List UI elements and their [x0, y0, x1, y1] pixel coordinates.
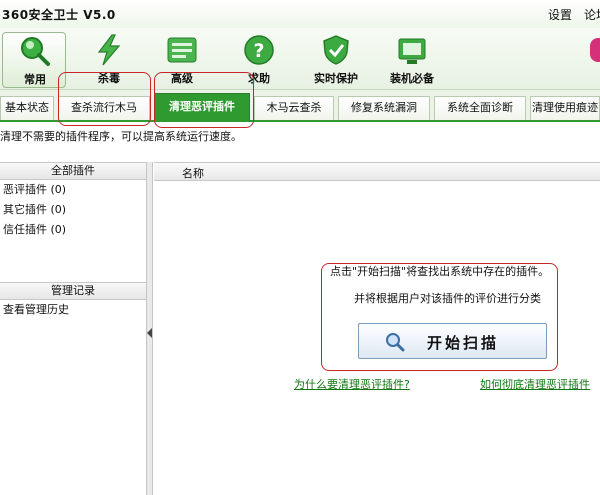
- main-toolbar: 常用 杀毒 高级 ? 求助 实时保护 装机必备: [0, 28, 600, 90]
- plugin-category-item[interactable]: 信任插件 (0): [0, 220, 146, 240]
- plugin-category-item[interactable]: 恶评插件 (0): [0, 180, 146, 200]
- settings-link[interactable]: 设置: [548, 8, 572, 22]
- how-clean-link[interactable]: 如何彻底清理恶评插件: [480, 376, 590, 392]
- tab-scan-trojans[interactable]: 查杀流行木马: [58, 96, 150, 120]
- toolbar-label: 常用: [24, 73, 46, 86]
- column-name-header[interactable]: 名称: [182, 165, 204, 181]
- toolbar-label: 杀毒: [98, 72, 120, 85]
- collapse-arrow-icon[interactable]: [147, 328, 152, 338]
- scan-hint-line1: 点击"开始扫描"将查找出系统中存在的插件。: [330, 265, 550, 278]
- magnifier-icon: [21, 37, 50, 66]
- toolbar-label: 高级: [171, 72, 193, 85]
- panel-splitter[interactable]: [147, 162, 153, 495]
- shield-icon: [323, 35, 349, 65]
- question-icon: ?: [244, 35, 274, 65]
- toolbar-label: 装机必备: [390, 72, 434, 85]
- toolbar-common[interactable]: 常用: [2, 32, 66, 88]
- brand-mark-icon: [590, 38, 600, 62]
- view-history-item[interactable]: 查看管理历史: [0, 300, 146, 320]
- scan-hint-line2: 并将根据用户对该插件的评价进行分类: [354, 292, 541, 305]
- tab-bar: 基本状态 查杀流行木马 清理恶评插件 木马云查杀 修复系统漏洞 系统全面诊断 清…: [0, 90, 600, 122]
- toolbar-help[interactable]: ? 求助: [227, 32, 291, 88]
- toolbar-label: 实时保护: [314, 72, 358, 85]
- toolbar-label: 求助: [248, 72, 270, 85]
- records-header: 管理记录: [0, 282, 146, 300]
- tab-system-diagnosis[interactable]: 系统全面诊断: [434, 96, 526, 120]
- install-icon: [398, 38, 426, 64]
- search-icon: [386, 333, 405, 352]
- title-links: 设置论坛: [536, 6, 600, 23]
- lightning-icon: [97, 34, 121, 66]
- page-description: 清理不需要的插件程序，可以提高系统运行速度。: [0, 130, 242, 143]
- plugins-header: 全部插件: [0, 162, 146, 180]
- tab-basic-status[interactable]: 基本状态: [0, 96, 54, 120]
- toolbar-realtime-protection[interactable]: 实时保护: [304, 32, 368, 88]
- tab-clean-plugins[interactable]: 清理恶评插件: [154, 93, 250, 122]
- app-title: 360安全卫士 V5.0: [2, 8, 116, 22]
- title-bar: 360安全卫士 V5.0 设置论坛: [0, 0, 600, 28]
- start-scan-button[interactable]: 开始扫描: [358, 323, 547, 359]
- toolbar-antivirus[interactable]: 杀毒: [77, 32, 141, 88]
- tab-clean-traces[interactable]: 清理使用痕迹: [530, 96, 600, 120]
- plugin-category-item[interactable]: 其它插件 (0): [0, 200, 146, 220]
- left-panel: 全部插件 恶评插件 (0) 其它插件 (0) 信任插件 (0) 管理记录 查看管…: [0, 162, 147, 495]
- tab-fix-vulnerabilities[interactable]: 修复系统漏洞: [338, 96, 430, 120]
- start-scan-label: 开始扫描: [427, 334, 500, 352]
- toolbar-install-essentials[interactable]: 装机必备: [380, 32, 444, 88]
- why-clean-link[interactable]: 为什么要清理恶评插件?: [294, 376, 410, 392]
- tab-cloud-scan[interactable]: 木马云查杀: [254, 96, 334, 120]
- list-icon: [167, 37, 197, 63]
- toolbar-advanced[interactable]: 高级: [150, 32, 214, 88]
- plugin-list-panel: 名称 点击"开始扫描"将查找出系统中存在的插件。 并将根据用户对该插件的评价进行…: [154, 162, 600, 495]
- list-header: 名称: [154, 162, 600, 181]
- forum-link[interactable]: 论坛: [584, 8, 600, 22]
- svg-text:?: ?: [253, 40, 264, 62]
